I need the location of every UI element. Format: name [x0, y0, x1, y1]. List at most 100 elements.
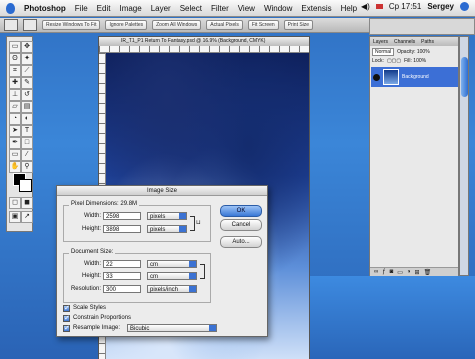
trash-icon[interactable]: 🗑: [424, 269, 432, 276]
type-icon[interactable]: T: [21, 125, 33, 137]
zoom-mode-icon[interactable]: [23, 19, 37, 31]
brush-icon[interactable]: ✎: [21, 77, 33, 89]
healing-icon[interactable]: ✚: [9, 77, 21, 89]
crop-icon[interactable]: ⌗: [9, 65, 21, 77]
scroll-thumb[interactable]: [461, 57, 468, 97]
standard-mode-icon[interactable]: ◻: [9, 197, 21, 209]
vertical-scrollbar[interactable]: [459, 36, 469, 276]
constrain-proportions-checkbox[interactable]: [63, 314, 70, 322]
pixel-width-input[interactable]: 2598: [103, 212, 141, 220]
blur-icon[interactable]: ◔: [9, 113, 21, 125]
document-title[interactable]: IR_T1_P1 Return To Fantasy.psd @ 16.9% (…: [99, 37, 309, 46]
zoom-all-windows-option[interactable]: Zoom All Windows: [152, 20, 202, 30]
print-size-button[interactable]: Print Size: [283, 20, 314, 30]
menu-view[interactable]: View: [238, 4, 255, 13]
background-color-swatch[interactable]: [19, 179, 32, 192]
zoom-icon[interactable]: ⚲: [21, 161, 33, 173]
eye-icon[interactable]: [373, 73, 380, 81]
tab-paths[interactable]: Paths: [421, 39, 434, 45]
scale-styles-checkbox[interactable]: [63, 304, 70, 312]
auto-button[interactable]: Auto...: [220, 236, 262, 248]
doc-width-unit-select[interactable]: cm: [147, 260, 197, 268]
menu-image[interactable]: Image: [119, 4, 141, 13]
zoom-tool-icon[interactable]: [4, 19, 18, 31]
notes-icon[interactable]: ▭: [9, 149, 21, 161]
screen-mode-icon[interactable]: ▣: [9, 211, 21, 223]
app-menu[interactable]: Photoshop: [24, 4, 66, 13]
eraser-icon[interactable]: ▱: [9, 101, 21, 113]
apple-menu-icon[interactable]: [6, 2, 15, 14]
scale-styles-label[interactable]: Scale Styles: [73, 305, 106, 311]
path-select-icon[interactable]: ➤: [9, 125, 21, 137]
lock-row: Lock: ▢▢▢ Fill: 100%: [372, 57, 457, 65]
hand-icon[interactable]: ✋: [9, 161, 21, 173]
menu-filter[interactable]: Filter: [211, 4, 229, 13]
pen-icon[interactable]: ✒: [9, 137, 21, 149]
layer-name: Background: [402, 74, 429, 80]
gradient-icon[interactable]: ▤: [21, 101, 33, 113]
lasso-icon[interactable]: ʘ: [9, 53, 21, 65]
pixel-width-unit-select[interactable]: pixels: [147, 212, 187, 220]
magic-wand-icon[interactable]: ✦: [21, 53, 33, 65]
fit-screen-button[interactable]: Fit Screen: [247, 20, 279, 30]
opacity-control[interactable]: Opacity: 100%: [397, 49, 430, 55]
fill-control[interactable]: Fill: 100%: [404, 58, 426, 64]
pixel-link-icon: ⊔: [196, 220, 201, 226]
stamp-icon[interactable]: ⊥: [9, 89, 21, 101]
horizontal-ruler[interactable]: [99, 46, 309, 53]
lock-icon[interactable]: ▢▢▢: [387, 58, 401, 64]
dodge-icon[interactable]: ◐: [21, 113, 33, 125]
menu-clock[interactable]: Cp 17:51: [389, 2, 421, 11]
doc-width-input[interactable]: 22: [103, 260, 141, 268]
constrain-proportions-label[interactable]: Constrain Proportions: [73, 315, 131, 321]
layer-row-background[interactable]: Background: [371, 67, 458, 87]
menu-user[interactable]: Sergey: [427, 2, 454, 11]
tools-palette: ▭ ✥ ʘ ✦ ⌗ ⟋ ✚ ✎ ⊥ ↺ ▱ ▤ ◔ ◐ ➤ T ✒ □ ▭ ⁄ …: [6, 36, 33, 232]
doc-height-label: Height:: [81, 273, 101, 279]
tab-layers[interactable]: Layers: [373, 39, 388, 45]
new-set-icon[interactable]: ▭: [397, 269, 403, 276]
resample-image-label[interactable]: Resample Image:: [73, 325, 120, 331]
pixel-width-label: Width:: [83, 213, 101, 219]
resample-method-select[interactable]: Bicubic: [127, 324, 217, 332]
history-brush-icon[interactable]: ↺: [21, 89, 33, 101]
marquee-icon[interactable]: ▭: [9, 41, 21, 53]
blend-mode-select[interactable]: Normal: [372, 48, 395, 56]
resample-image-checkbox[interactable]: [63, 324, 70, 332]
ok-button[interactable]: OK: [220, 205, 262, 217]
jump-to-imageready-icon[interactable]: ↗: [21, 211, 33, 223]
resolution-input[interactable]: 300: [103, 285, 141, 293]
battery-icon[interactable]: [375, 4, 383, 9]
menu-extensis[interactable]: Extensis: [301, 4, 331, 13]
menu-help[interactable]: Help: [341, 4, 357, 13]
move-icon[interactable]: ✥: [21, 41, 33, 53]
doc-height-unit-select[interactable]: cm: [147, 272, 197, 280]
layer-style-icon[interactable]: ƒ: [382, 269, 385, 275]
new-layer-icon[interactable]: ⊞: [415, 269, 420, 276]
link-icon[interactable]: ∞: [374, 269, 378, 275]
menu-layer[interactable]: Layer: [151, 4, 171, 13]
ignore-palettes-option[interactable]: Ignore Palettes: [105, 20, 148, 30]
actual-pixels-button[interactable]: Actual Pixels: [206, 20, 243, 30]
spotlight-icon[interactable]: [460, 2, 469, 11]
volume-icon[interactable]: ◀): [361, 2, 370, 11]
pixel-height-input[interactable]: 3898: [103, 225, 141, 233]
menu-edit[interactable]: Edit: [97, 4, 111, 13]
tab-channels[interactable]: Channels: [394, 39, 415, 45]
eyedropper-icon[interactable]: ⁄: [21, 149, 33, 161]
menu-window[interactable]: Window: [264, 4, 292, 13]
quick-mask-icon[interactable]: ◼: [21, 197, 33, 209]
resolution-unit-select[interactable]: pixels/inch: [147, 285, 197, 293]
adjustment-layer-icon[interactable]: ◑: [407, 269, 411, 275]
doc-height-input[interactable]: 33: [103, 272, 141, 280]
cancel-button[interactable]: Cancel: [220, 219, 262, 231]
pixel-height-unit-select[interactable]: pixels: [147, 225, 187, 233]
resize-windows-option[interactable]: Resize Windows To Fit: [42, 20, 101, 30]
mask-icon[interactable]: ◙: [390, 269, 394, 275]
slice-icon[interactable]: ⟋: [21, 65, 33, 77]
palette-well[interactable]: [369, 18, 475, 35]
menu-select[interactable]: Select: [180, 4, 202, 13]
menu-file[interactable]: File: [75, 4, 88, 13]
shape-icon[interactable]: □: [21, 137, 33, 149]
pixel-link-bracket: [190, 216, 195, 231]
